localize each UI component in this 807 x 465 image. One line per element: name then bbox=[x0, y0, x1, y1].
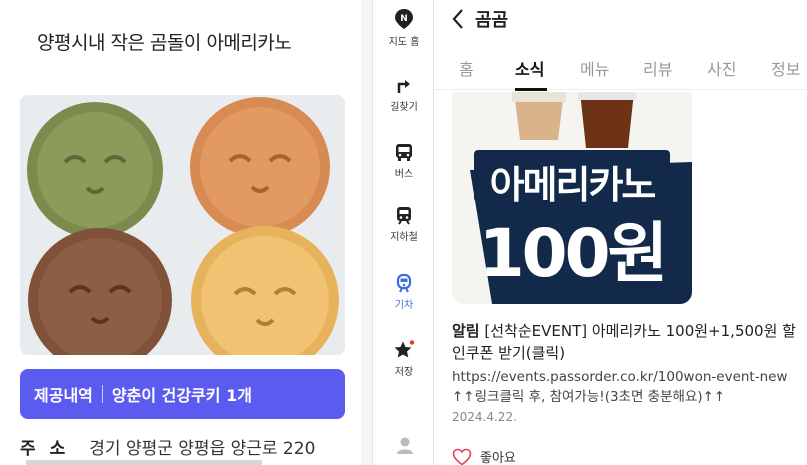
horizontal-scrollbar[interactable] bbox=[26, 460, 262, 465]
train-icon bbox=[396, 273, 412, 293]
directions-icon bbox=[397, 80, 410, 93]
place-name: 곰곰 bbox=[475, 10, 509, 31]
place-tabs: 홈 소식 메뉴 리뷰 사진 정보 bbox=[435, 50, 807, 90]
active-tab-indicator bbox=[515, 88, 547, 91]
nav-directions[interactable]: 길찾기 bbox=[373, 75, 435, 113]
offer-value: 양춘이 건강쿠키 1개 bbox=[111, 386, 252, 405]
cookie-illustration bbox=[20, 95, 345, 355]
map-side-nav: N 지도 홈 길찾기 버스 지하철 기차 저장 bbox=[372, 0, 434, 465]
address-value: 경기 양평군 양평읍 양근로 220 bbox=[89, 439, 316, 459]
like-label: 좋아요 bbox=[480, 451, 516, 465]
tab-news[interactable]: 소식 bbox=[515, 56, 544, 80]
nav-bus[interactable]: 버스 bbox=[373, 142, 435, 180]
post-body[interactable]: https://events.passorder.co.kr/100won-ev… bbox=[452, 367, 797, 407]
bus-icon bbox=[396, 144, 412, 161]
tab-menu[interactable]: 메뉴 bbox=[580, 56, 609, 80]
cookie-product-image bbox=[20, 95, 345, 355]
tab-reviews[interactable]: 리뷰 bbox=[643, 56, 672, 80]
nav-subway[interactable]: 지하철 bbox=[373, 205, 435, 243]
profile-avatar-icon[interactable] bbox=[395, 435, 415, 455]
svg-text:N: N bbox=[400, 14, 408, 24]
back-arrow-icon[interactable] bbox=[451, 8, 465, 30]
nav-label: 지하철 bbox=[390, 232, 418, 243]
nav-saved[interactable]: 저장 bbox=[373, 340, 435, 378]
notification-dot bbox=[409, 340, 415, 345]
tab-home[interactable]: 홈 bbox=[459, 56, 474, 80]
place-header: 곰곰 bbox=[451, 6, 508, 32]
post-title[interactable]: 알림 [선착순EVENT] 아메리카노 100원+1,500원 할인쿠폰 받기(… bbox=[452, 320, 797, 364]
offer-banner[interactable]: 제공내역 양춘이 건강쿠키 1개 bbox=[20, 369, 345, 419]
promo-headline-2: 100원 bbox=[478, 215, 669, 292]
post-title-text: [선착순EVENT] 아메리카노 100원+1,500원 할인쿠폰 받기(클릭) bbox=[452, 322, 796, 362]
store-detail-panel: 양평시내 작은 곰돌이 아메리카노 제공내역 양춘이 건강쿠키 1개 주소 경기… bbox=[0, 0, 372, 465]
nav-label: 기차 bbox=[394, 300, 414, 311]
place-detail-panel: 곰곰 홈 소식 메뉴 리뷰 사진 정보 아메리카노 100원 알림 [선착순EV… bbox=[435, 0, 807, 465]
address-row: 주소 경기 양평군 양평읍 양근로 220 bbox=[20, 434, 315, 459]
star-icon bbox=[394, 340, 415, 358]
like-button[interactable]: 좋아요 bbox=[452, 447, 516, 465]
tab-info[interactable]: 정보 bbox=[771, 56, 800, 80]
store-title: 양평시내 작은 곰돌이 아메리카노 bbox=[37, 32, 292, 54]
screen: 양평시내 작은 곰돌이 아메리카노 제공내역 양춘이 건강쿠키 1개 주소 경기… bbox=[0, 0, 807, 465]
nav-label: 길찾기 bbox=[390, 102, 418, 113]
vertical-scrollbar[interactable] bbox=[361, 0, 372, 465]
event-promo-image[interactable]: 아메리카노 100원 bbox=[452, 92, 692, 304]
nav-label: 지도 홈 bbox=[388, 37, 420, 48]
nav-label: 저장 bbox=[394, 367, 414, 378]
post-tag: 알림 bbox=[452, 322, 480, 340]
nav-train[interactable]: 기차 bbox=[373, 273, 435, 311]
offer-label: 제공내역 bbox=[34, 386, 93, 405]
heart-icon bbox=[452, 448, 472, 465]
offer-divider bbox=[101, 385, 103, 403]
tab-photos[interactable]: 사진 bbox=[707, 56, 736, 80]
nav-map-home[interactable]: N 지도 홈 bbox=[373, 8, 435, 48]
address-label: 주소 bbox=[20, 439, 80, 459]
post-date: 2024.4.22. bbox=[452, 410, 517, 424]
naver-map-icon: N bbox=[395, 9, 413, 29]
subway-icon bbox=[397, 207, 411, 225]
nav-label: 버스 bbox=[394, 169, 414, 180]
